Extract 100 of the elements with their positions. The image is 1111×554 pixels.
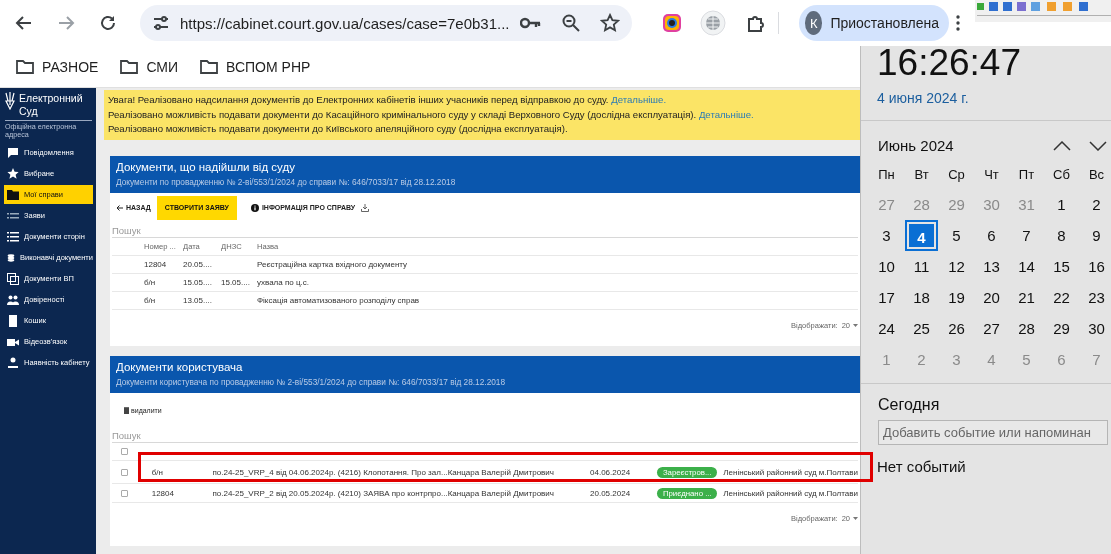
card-title: Документи користувача [116,360,244,373]
weekday-label: Пн [877,166,896,184]
table-cell: Ленінський районний суд м.Полтави [723,467,858,477]
dropdown-caret-icon[interactable] [853,516,858,520]
calendar-day[interactable]: 29 [1044,313,1079,344]
puzzle-icon[interactable] [746,13,766,33]
calendar-day[interactable]: 12 [939,251,974,282]
weekday-label: Чт [983,166,1000,184]
notice-text: Реалізовано можливість подавати документи до Київського апеляційного суду (дослідна експлуатація). [108,122,569,136]
calendar-day[interactable]: 5 [939,220,974,251]
calendar-day[interactable]: 27 [974,313,1009,344]
folder-icon [16,59,34,74]
clock-time: 16:26:47 [877,42,1023,84]
bookmark[interactable]: СМИ [120,58,179,75]
section-title: Сегодня [878,396,941,414]
calendar-day[interactable]: 6 [974,220,1009,251]
calendar-day[interactable]: 26 [939,313,974,344]
table-cell: по.24-25_VRP_2 від 20.05.2024р. (4210) ЗАЯВА про контрпро... [212,488,448,498]
table-cell: 04.06.2024 [590,467,631,477]
table-cell: б/н [144,278,156,287]
calendar-day[interactable]: 22 [1044,282,1079,313]
reload-icon[interactable] [98,13,118,33]
calendar-day[interactable]: 13 [974,251,1009,282]
extension-icon[interactable] [662,13,682,33]
weekday-label: Пт [1017,166,1036,184]
table-cell: 15.05.... [183,278,212,287]
address-bar[interactable]: https://cabinet.court.gov.ua/cases/case=7e0b31... [140,5,632,41]
calendar-day[interactable]: 1 [1044,189,1079,220]
calendar-day[interactable]: 21 [1009,282,1044,313]
calendar-day[interactable]: 4 [905,220,938,251]
star-icon [7,167,19,180]
chevron-down-icon[interactable] [1089,140,1107,151]
checkbox[interactable] [121,448,128,456]
calendar-day[interactable]: 16 [1079,251,1111,282]
card-subtitle: Документи користувача по провадженню № 2-ві/553/1/2024 до справи №: 646/7033/17 від 28.12.2018 [116,376,507,387]
download-icon[interactable] [361,203,370,212]
table-cell: Фіксація автоматизованого розподілу справ [257,296,420,305]
info-icon [250,203,259,212]
key-icon[interactable] [519,16,542,30]
tune-icon[interactable] [152,14,170,32]
bookmark[interactable]: ВСПОМ PHP [200,58,311,75]
empty-message: Нет событий [877,458,967,475]
weekday-label: Ср [947,166,966,184]
weekday-label: Вс [1087,166,1106,184]
date-link[interactable]: 4 июня 2024 г. [877,90,1111,106]
calendar-day[interactable]: 24 [869,313,904,344]
calendar-day[interactable]: 18 [904,282,939,313]
calendar-day[interactable]: 23 [1079,282,1111,313]
folder-icon [7,188,19,201]
details-link[interactable]: Детальніше. [698,108,754,120]
zoom-icon[interactable] [561,14,580,32]
calendar-day[interactable]: 20 [974,282,1009,313]
calendar-day[interactable]: 28 [1009,313,1044,344]
table-cell: б/н [144,296,156,305]
profile-button[interactable]: К Приостановлена [799,5,949,41]
calendar-day[interactable]: 9 [1079,220,1111,251]
details-link[interactable]: Детальніше. [611,94,667,105]
copy-icon [7,272,19,285]
message-icon [7,146,19,159]
calendar-day[interactable]: 30 [1079,313,1111,344]
calendar-day[interactable]: 3 [869,220,904,251]
table-cell: 20.05.2024 [590,488,631,498]
trident-icon [5,92,15,110]
calendar-day[interactable]: 17 [869,282,904,313]
dropdown-caret-icon[interactable] [853,323,858,327]
calendar-day[interactable]: 8 [1044,220,1079,251]
calendar-day[interactable]: 7 [1009,220,1044,251]
card-subtitle: Документи по провадженню № 2-ві/553/1/2024 до справи №: 646/7033/17 від 28.12.2018 [116,176,457,187]
month-label[interactable]: Июнь 2024 [878,137,954,154]
table-cell: 12804 [151,488,174,498]
checkbox[interactable] [121,489,128,497]
table-cell: 13.05.... [183,296,212,305]
calendar-day[interactable]: 25 [904,313,939,344]
calendar-day[interactable]: 14 [1009,251,1044,282]
event-input[interactable]: Добавить событие или напоминан [878,420,1108,445]
calendar-day[interactable]: 11 [904,251,939,282]
chevron-up-icon[interactable] [1053,140,1071,151]
table-cell: 12804 [144,260,167,269]
search-field[interactable]: Пошук [112,223,858,238]
profile-name[interactable]: Приостановлена [830,15,939,31]
weekday-label: Сб [1052,166,1071,184]
table-cell: ухвала по ц.с. [257,278,309,287]
star-icon[interactable] [599,13,620,33]
calendar-day[interactable]: 15 [1044,251,1079,282]
search-field[interactable]: Пошук [112,428,858,443]
calendar-day[interactable]: 19 [939,282,974,313]
globe-icon[interactable] [700,10,726,36]
back-arrow-icon [116,204,123,211]
table-cell: по.24-25_VRP_4 від 04.06.2024р. (4216) Клопотання. Про зал... [212,467,448,477]
table-cell: Реєстраційна картка вхідного документу [257,260,408,269]
notice-text: Увага! Реалізовано надсилання документів до Електронних кабінетів інших учасників перед відправкою до суду. Детальніше. [108,93,668,107]
checkbox[interactable] [121,468,128,476]
bookmark[interactable]: РАЗНОЕ [16,58,99,75]
calendar-day[interactable]: 10 [869,251,904,282]
url-text[interactable]: https://cabinet.court.gov.ua/cases/case=7e0b31... [180,14,510,32]
logo-text: Електронний [19,92,83,105]
calendar-day[interactable]: 2 [1079,189,1111,220]
notice-text: Реалізовано можливість подавати документи до Касаційного кримінального суду у складі Верховного Суду (дослідна експлуатація). Детальніше. [108,107,755,122]
avatar[interactable]: К [805,11,823,35]
more-menu-icon[interactable] [955,14,961,32]
